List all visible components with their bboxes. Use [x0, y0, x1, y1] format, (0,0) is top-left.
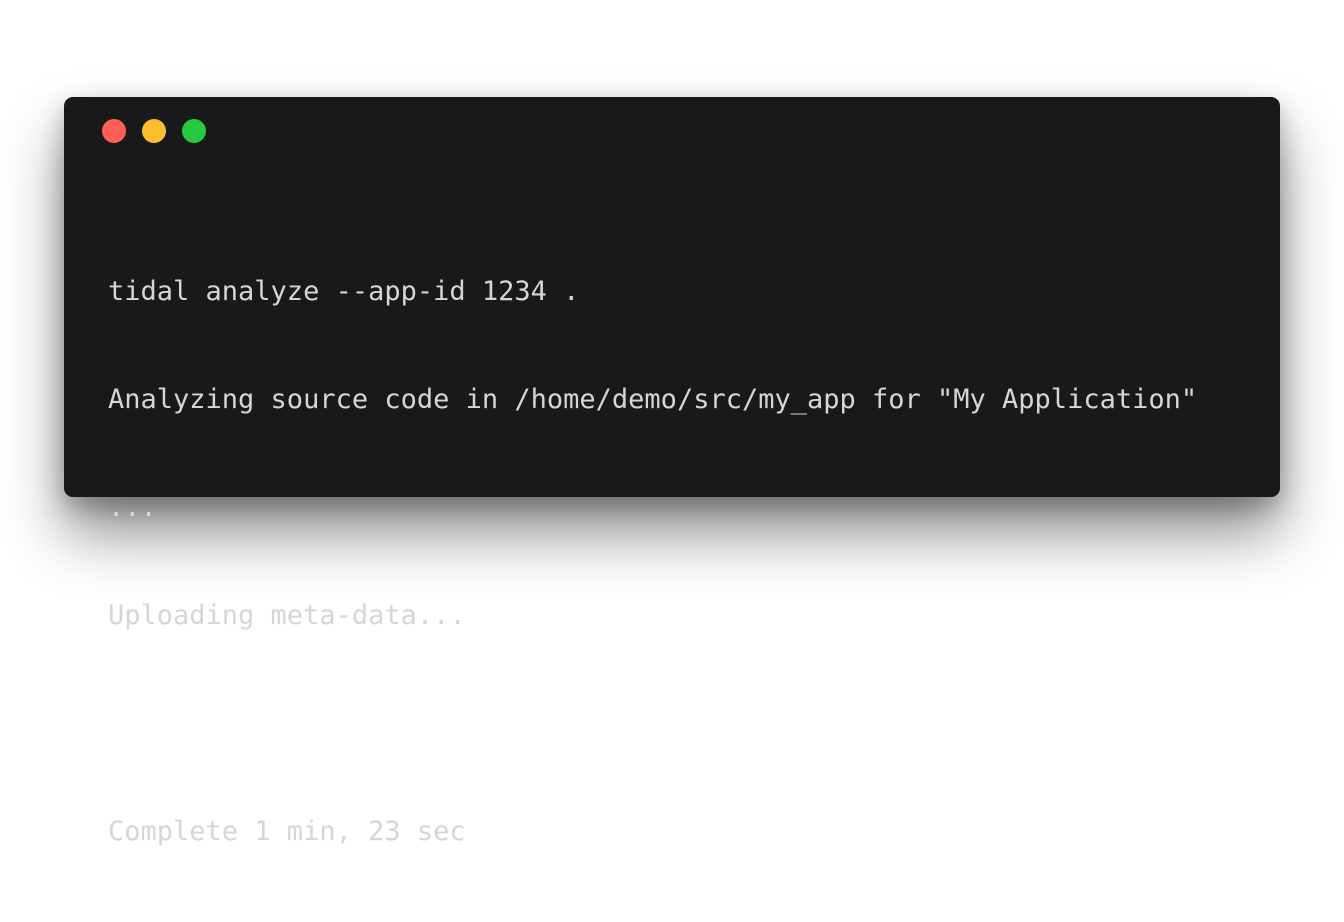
minimize-window-icon[interactable]	[142, 119, 166, 143]
close-window-icon[interactable]	[102, 119, 126, 143]
terminal-output: tidal analyze --app-id 1234 . Analyzing …	[108, 202, 1260, 922]
terminal-window: tidal analyze --app-id 1234 . Analyzing …	[64, 97, 1280, 847]
terminal-line-command: tidal analyze --app-id 1234 .	[108, 276, 580, 307]
terminal-line-analyzing: Analyzing source code in /home/demo/src/…	[108, 384, 1198, 415]
window-controls	[102, 119, 206, 143]
terminal-line-complete: Complete 1 min, 23 sec	[108, 816, 466, 847]
terminal-line-uploading: Uploading meta-data...	[108, 600, 466, 631]
terminal-line-ellipsis: ...	[108, 492, 157, 523]
maximize-window-icon[interactable]	[182, 119, 206, 143]
